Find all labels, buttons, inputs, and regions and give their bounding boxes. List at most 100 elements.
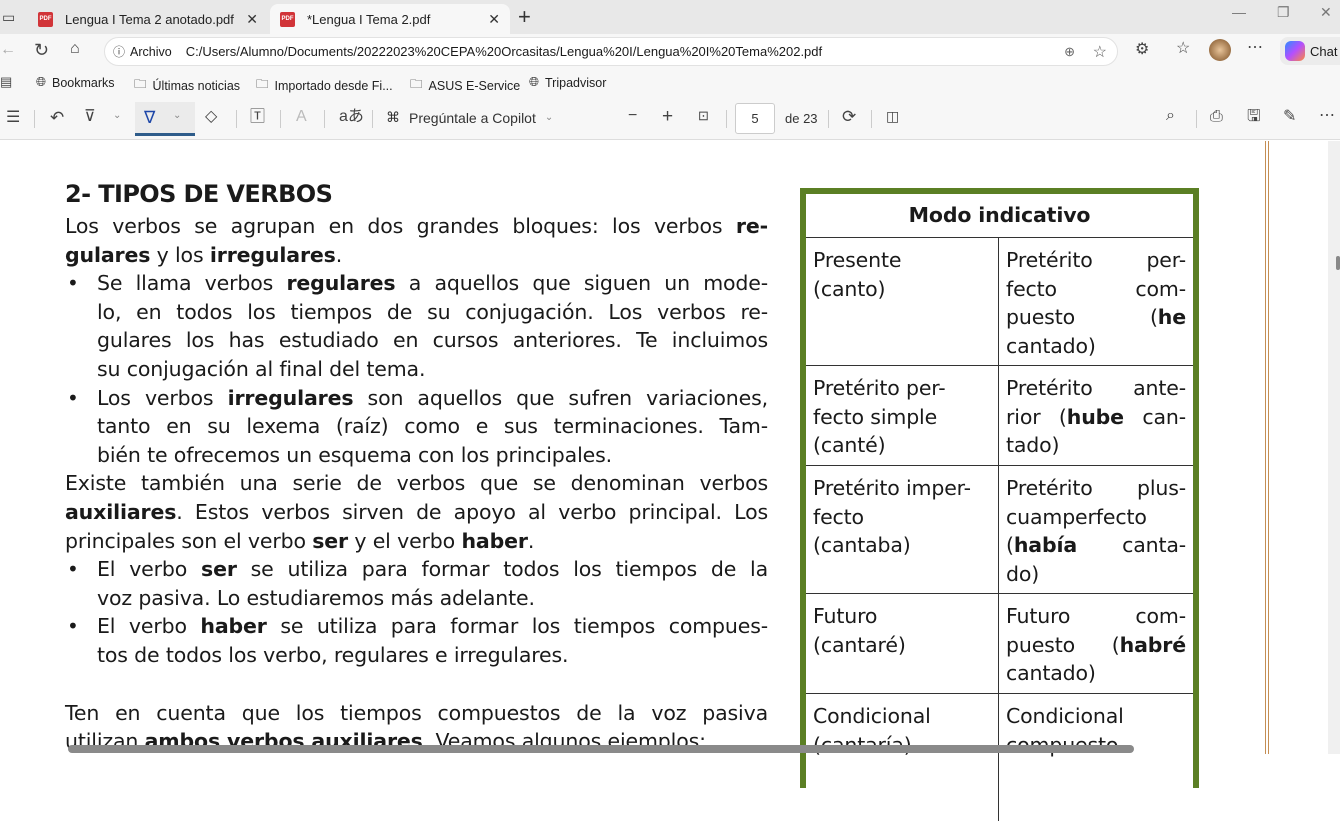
text: puesto ( [1006,305,1158,330]
fit-width-icon[interactable]: ⊡ [698,109,709,122]
rotate-icon[interactable]: ⟳ [842,108,856,125]
text-box-icon[interactable]: 🅃 [250,109,265,124]
bold-text: he [1157,305,1186,330]
text-line: Se llama verbos regulares a aquellos que… [97,269,768,298]
save-as-icon[interactable]: ✎ [1283,109,1296,125]
chevron-down-icon: ⌄ [173,110,182,121]
text: Condicional [1006,704,1124,728]
close-window-icon[interactable]: ✕ [1320,4,1332,21]
address-bar[interactable]: ⓘ Archivo C:/Users/Alumno/Documents/2022… [104,37,1118,66]
chevron-down-icon[interactable]: ⌄ [113,111,121,121]
eraser-icon[interactable]: ◇ [205,109,217,125]
text: Futuro [813,604,878,628]
text-line: fecto com- [1006,275,1186,304]
text: y los [150,242,210,267]
back-icon[interactable]: ← [0,42,16,58]
text: Pretérito per- [813,376,946,400]
text: (cantaré) [813,632,906,657]
url-text[interactable]: C:/Users/Alumno/Documents/20222023%20CEP… [186,44,822,59]
text-line: (cantaba) [813,531,991,560]
bold-text: irregulares [209,242,336,267]
text: fecto com- [1006,276,1186,301]
globe-icon: 🌐︎ [36,75,47,89]
page-view-icon[interactable]: ◫ [886,109,899,123]
zoom-out-icon[interactable]: − [628,108,637,124]
refresh-icon[interactable]: ↻ [34,41,49,59]
page-edge [1265,141,1269,754]
sidebar-icon[interactable]: ▤ [0,75,12,88]
close-tab-icon[interactable]: ✕ [488,11,500,28]
text: Presente [813,248,902,272]
more-icon[interactable]: ⋯ [1247,40,1263,56]
compound-tense-cell: Futuro com-puesto (habré cantado) [998,593,1193,693]
more-options-icon[interactable]: ⋯ [1319,108,1335,124]
info-icon[interactable]: ⓘ [113,43,125,60]
text-line: principales son el verbo ser y el verbo … [65,527,768,556]
compound-tense-cell: Condicionalcompuesto [998,693,1193,821]
text: El verbo [97,557,202,582]
chat-label: Chat [1310,43,1338,59]
divider [236,110,237,128]
text: canta- [1077,533,1186,558]
text-line: puesto (he [1006,303,1186,332]
horizontal-scrollbar[interactable] [68,745,1134,753]
bookmark-bookmarks[interactable]: 🌐︎ Bookmarks [36,75,115,90]
text: Existe también una serie de verbos que s… [65,471,768,496]
highlight-icon[interactable]: ⊽ [84,109,96,125]
tab-actions-icon[interactable]: ▭ [2,10,15,24]
restore-icon[interactable]: ❐ [1277,4,1290,21]
tab-lengua-anotado[interactable]: PDF Lengua I Tema 2 anotado.pdf ✕ [28,4,268,34]
contents-icon[interactable]: ☰ [6,110,20,126]
copilot-icon [1285,41,1305,61]
tab-lengua-tema2[interactable]: PDF *Lengua I Tema 2.pdf ✕ [270,4,510,34]
draw-button[interactable]: ∇ ⌄ [135,102,195,136]
bookmarks-bar: ▤ 🌐︎ Bookmarks 🗀 Últimas noticias 🗀 Importa… [0,68,1340,98]
bookmark-tripadvisor[interactable]: 🌐︎ Tripadvisor [529,75,606,90]
bold-text: gulares [65,242,151,267]
paragraph: Los verbos se agrupan en dos grandes blo… [65,212,768,269]
save-icon[interactable]: 🖫 [1247,109,1261,125]
translate-icon[interactable]: aあ [339,109,364,125]
text-line: (había canta- [1006,531,1186,560]
text: voz pasiva. Lo estudiaremos más adelante… [97,585,535,610]
text: Se llama verbos [97,271,287,296]
avatar[interactable] [1209,39,1231,61]
text-line: Ten en cuenta que los tiempos compuestos… [65,699,768,728]
print-icon[interactable]: ⎙ [1210,109,1223,125]
zoom-icon[interactable]: ⊕ [1064,44,1075,60]
home-icon[interactable]: ⌂ [70,41,80,57]
copilot-ask-button[interactable]: ⌘ Pregúntale a Copilot ⌄ [386,109,553,126]
text-line: cantado) [1006,332,1186,361]
cell-text: Pretérito imper-fecto (cantaba) [806,474,998,560]
search-icon[interactable]: ⌕ [1166,108,1175,124]
bold-text: hube [1066,404,1124,429]
favorite-star-icon[interactable]: ☆ [1093,42,1107,62]
bookmark-label: ASUS E-Service [428,78,521,93]
divider [372,110,373,128]
text: su conjugación al final del tema. [97,356,426,381]
text: Pretérito imper- [813,476,971,500]
bullet-item: • Los verbos irregulares son aquellos que… [65,384,768,470]
text: (canto) [813,276,886,301]
close-tab-icon[interactable]: ✕ [246,11,258,28]
favorites-icon[interactable]: ☆ [1176,41,1190,57]
copilot-chat-button[interactable]: Chat [1280,37,1340,65]
bookmark-asus[interactable]: 🗀 ASUS E-Service [410,75,520,96]
text-line: do) [1006,560,1186,589]
page-number-input[interactable]: 5 [735,103,775,134]
text: rior ( [1006,404,1067,429]
simple-tense-cell: Pretérito imper-fecto (cantaba) [806,465,998,593]
simple-tense-cell: Pretérito per-fecto simple (canté) [806,365,998,465]
minimize-icon[interactable]: — [1232,4,1246,20]
undo-icon[interactable]: ↶ [50,109,64,126]
scrollbar-thumb[interactable] [1336,256,1340,270]
extensions-icon[interactable]: ⚙ [1135,42,1149,58]
zoom-in-icon[interactable]: + [662,107,673,126]
new-tab-icon[interactable]: + [518,6,531,28]
vertical-scrollbar[interactable] [1328,141,1340,754]
bookmark-importado[interactable]: 🗀 Importado desde Fi... [256,75,393,96]
bookmark-ultimas-noticias[interactable]: 🗀 Últimas noticias [134,75,240,96]
text: y el verbo [348,528,462,553]
bullet-item: • El verbo haber se utiliza para formar l… [65,612,768,669]
